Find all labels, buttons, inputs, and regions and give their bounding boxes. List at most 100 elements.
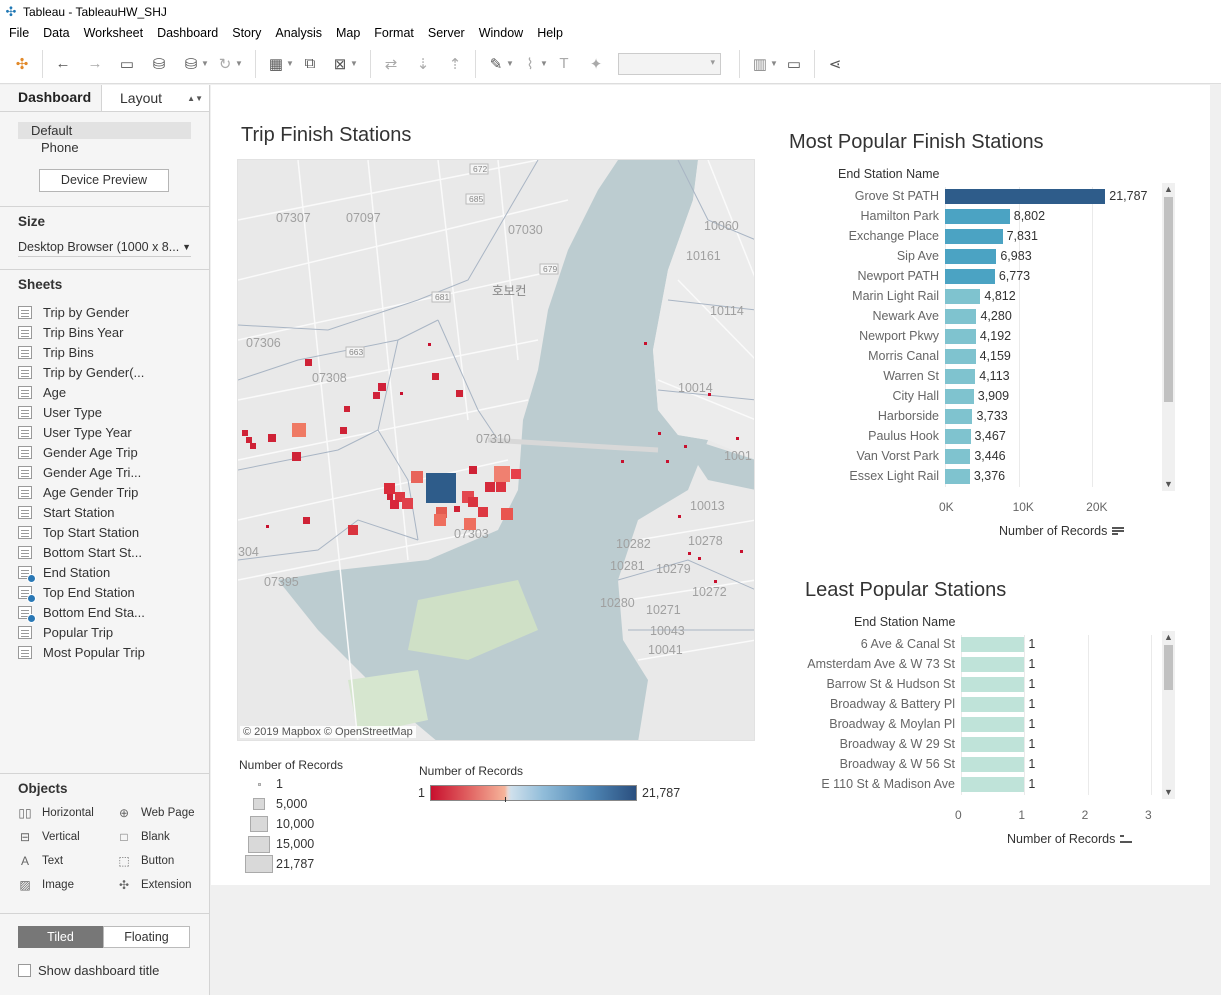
sort-ascending-icon[interactable]: ⇣: [411, 52, 435, 76]
station-mark[interactable]: [740, 550, 743, 553]
menu-dashboard[interactable]: Dashboard: [150, 23, 225, 44]
station-mark[interactable]: [621, 460, 624, 463]
station-mark[interactable]: [485, 482, 495, 492]
sheet-item[interactable]: User Type: [0, 402, 209, 422]
redo-icon[interactable]: →: [83, 52, 107, 76]
chevron-down-icon[interactable]: ▼: [540, 59, 548, 68]
sheet-item[interactable]: Popular Trip: [0, 622, 209, 642]
vertical-scrollbar[interactable]: ▲ ▼: [1162, 183, 1175, 491]
sheet-item[interactable]: Trip by Gender(...: [0, 362, 209, 382]
sheet-item[interactable]: Start Station: [0, 502, 209, 522]
device-default[interactable]: Default: [18, 122, 191, 139]
scroll-up-icon[interactable]: ▲: [1162, 631, 1175, 644]
bar[interactable]: [961, 757, 1025, 772]
sheet-item[interactable]: Gender Age Tri...: [0, 462, 209, 482]
bar[interactable]: [945, 189, 1106, 204]
station-mark[interactable]: [678, 515, 681, 518]
station-mark[interactable]: [402, 498, 413, 509]
scroll-down-icon[interactable]: ▼: [1162, 478, 1175, 491]
station-mark[interactable]: [434, 514, 446, 526]
least-stations-chart[interactable]: End Station Name 0 1 2 3 6 Ave & Canal St 1 Ams…: [781, 613, 1201, 853]
station-mark[interactable]: [494, 466, 510, 482]
sort-icon[interactable]: [1120, 834, 1133, 844]
sheet-item[interactable]: Top End Station: [0, 582, 209, 603]
bar[interactable]: [961, 637, 1025, 652]
station-mark[interactable]: [378, 383, 386, 391]
presentation-mode-icon[interactable]: ▭: [782, 52, 806, 76]
duplicate-sheet-icon[interactable]: ⧉: [298, 52, 322, 76]
fit-select[interactable]: [618, 52, 721, 75]
bar[interactable]: [961, 697, 1025, 712]
trip-finish-map[interactable]: 07307 07097 07030 10060 10161 호보컨 07306 …: [237, 159, 755, 741]
scroll-down-icon[interactable]: ▼: [1162, 786, 1175, 799]
bar[interactable]: [945, 429, 971, 444]
scroll-thumb[interactable]: [1164, 645, 1173, 690]
station-mark[interactable]: [501, 508, 513, 520]
station-mark[interactable]: [246, 437, 252, 443]
sheet-item[interactable]: Gender Age Trip: [0, 442, 209, 462]
sheet-item[interactable]: Trip Bins Year: [0, 322, 209, 342]
show-me-icon[interactable]: ▥: [748, 52, 772, 76]
sheet-item[interactable]: Age Gender Trip: [0, 482, 209, 502]
bar[interactable]: [961, 717, 1025, 732]
object-item[interactable]: ▯▯ Horizontal: [18, 804, 117, 821]
station-mark[interactable]: [400, 392, 403, 395]
station-mark[interactable]: [268, 434, 276, 442]
station-mark[interactable]: [428, 343, 431, 346]
bar[interactable]: [945, 309, 977, 324]
menu-window[interactable]: Window: [472, 23, 530, 44]
station-mark[interactable]: [373, 392, 380, 399]
station-mark[interactable]: [303, 517, 310, 524]
bar[interactable]: [945, 329, 976, 344]
refresh-icon[interactable]: ↻: [213, 52, 237, 76]
station-mark[interactable]: [432, 373, 439, 380]
station-mark[interactable]: [266, 525, 269, 528]
station-mark[interactable]: [387, 494, 393, 500]
vertical-scrollbar[interactable]: ▲ ▼: [1162, 631, 1175, 799]
new-worksheet-icon[interactable]: ▦: [264, 52, 288, 76]
color-legend[interactable]: 1 21,787: [418, 785, 680, 802]
highlight-icon[interactable]: ✎: [484, 52, 508, 76]
share-icon[interactable]: ⋖: [823, 52, 847, 76]
swap-icon[interactable]: ⇄: [379, 52, 403, 76]
bar[interactable]: [945, 449, 971, 464]
menu-worksheet[interactable]: Worksheet: [77, 23, 151, 44]
object-item[interactable]: □ Blank: [117, 828, 216, 845]
tableau-home-icon[interactable]: ✣: [10, 52, 34, 76]
station-mark[interactable]: [348, 525, 358, 535]
station-mark[interactable]: [305, 359, 312, 366]
bar[interactable]: [961, 777, 1025, 792]
station-mark[interactable]: [708, 393, 711, 396]
sheet-item[interactable]: User Type Year: [0, 422, 209, 442]
bar[interactable]: [945, 269, 995, 284]
scroll-thumb[interactable]: [1164, 197, 1173, 402]
station-mark[interactable]: [478, 507, 488, 517]
chevron-down-icon[interactable]: ▼: [506, 59, 514, 68]
tiled-button[interactable]: Tiled: [18, 926, 103, 948]
menu-map[interactable]: Map: [329, 23, 367, 44]
top-stations-chart[interactable]: End Station Name 0K 10K 20K Grove St PATH 21,…: [781, 165, 1201, 538]
bar[interactable]: [961, 677, 1025, 692]
bar[interactable]: [945, 209, 1010, 224]
bar[interactable]: [945, 369, 976, 384]
station-mark[interactable]: [464, 518, 476, 530]
undo-icon[interactable]: ←: [51, 52, 75, 76]
sheet-item[interactable]: Age: [0, 382, 209, 402]
station-mark[interactable]: [250, 443, 256, 449]
menu-server[interactable]: Server: [421, 23, 472, 44]
station-mark[interactable]: [511, 469, 521, 479]
menu-story[interactable]: Story: [225, 23, 268, 44]
sheet-item[interactable]: Bottom Start St...: [0, 542, 209, 562]
station-mark[interactable]: [411, 471, 423, 483]
menu-analysis[interactable]: Analysis: [268, 23, 329, 44]
object-item[interactable]: ⊕ Web Page: [117, 804, 216, 821]
sheet-item[interactable]: Trip Bins: [0, 342, 209, 362]
bar[interactable]: [945, 249, 997, 264]
pin-icon[interactable]: ✦: [584, 52, 608, 76]
chevron-down-icon[interactable]: ▼: [235, 59, 243, 68]
pause-updates-icon[interactable]: ⛁: [179, 52, 203, 76]
bar[interactable]: [945, 349, 976, 364]
bar[interactable]: [945, 409, 973, 424]
device-preview-button[interactable]: Device Preview: [39, 169, 169, 192]
scroll-up-icon[interactable]: ▲: [1162, 183, 1175, 196]
